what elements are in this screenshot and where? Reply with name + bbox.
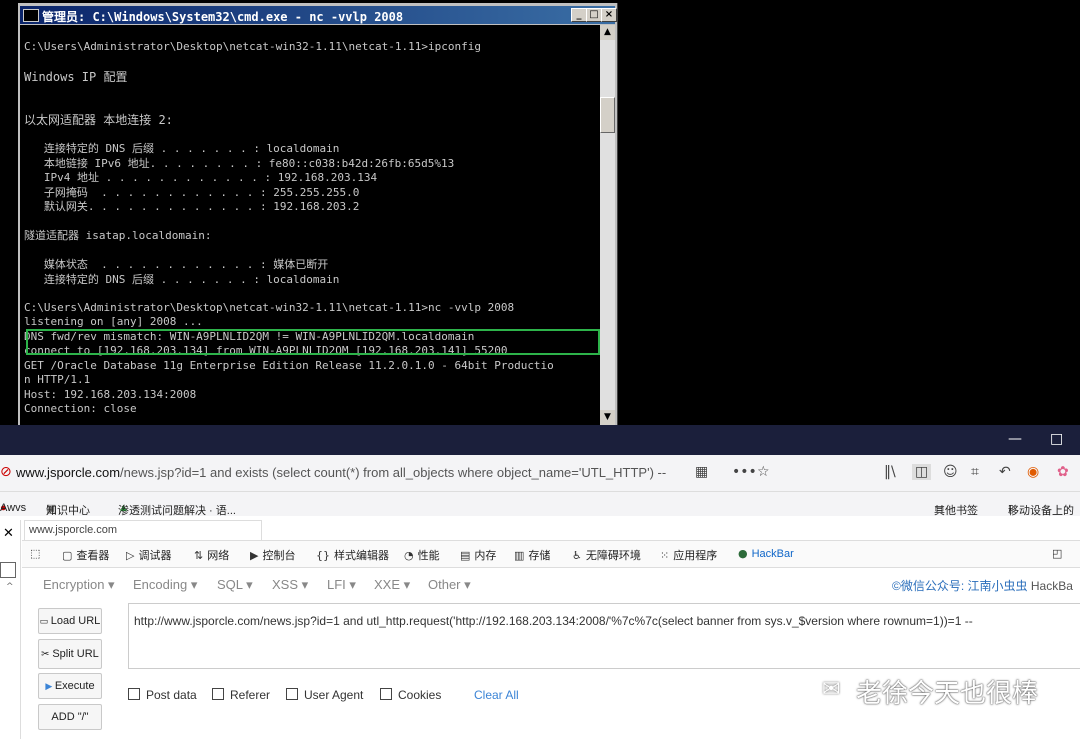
load-url-button[interactable]: ▭ Load URL	[38, 608, 102, 634]
post-data-checkbox[interactable]: Post data	[128, 688, 197, 702]
page-tab[interactable]: www.jsporcle.com	[24, 520, 262, 541]
qr-code-icon[interactable]: ▦	[695, 464, 708, 480]
referer-checkbox[interactable]: Referer	[212, 688, 270, 702]
console-line: 子网掩码 . . . . . . . . . . . . : 255.255.2…	[24, 186, 360, 199]
close-button[interactable]: ×	[601, 8, 617, 22]
vertical-scrollbar[interactable]: ▲ ▼	[600, 25, 615, 425]
cookies-checkbox[interactable]: Cookies	[380, 688, 441, 702]
console-icon	[23, 9, 39, 22]
dock-icon[interactable]: ◰	[1052, 547, 1066, 560]
minimize-button[interactable]: —	[1008, 431, 1022, 447]
insecure-lock-icon: ⊘	[0, 464, 12, 480]
browser-titlebar[interactable]: — □	[0, 425, 1080, 455]
cmd-titlebar[interactable]: 管理员: C:\Windows\System32\cmd.exe - nc -v…	[20, 6, 617, 24]
url-path: /news.jsp?id=1 and exists (select count(…	[120, 465, 667, 480]
watermark: 老徐今天也很棒	[856, 679, 1039, 709]
console-line: GET /Oracle Database 11g Enterprise Edit…	[24, 359, 554, 372]
add-slash-button[interactable]: ADD "/"	[38, 704, 102, 730]
more-actions-icon[interactable]: •••	[732, 464, 757, 480]
bookmarks-bar: ● Awvs ▣ 知识中心 ▲ 渗透测试问题解决 · 语... ▭ 其他书签 ▯…	[0, 492, 1080, 517]
console-line: Connection: close	[24, 402, 137, 415]
menu-xss[interactable]: XSS ▾	[272, 577, 308, 593]
tab-hackbar[interactable]: ● HackBar	[738, 547, 794, 560]
page-tab-title: www.jsporcle.com	[29, 524, 118, 536]
library-icon[interactable]: ‖\	[884, 464, 896, 480]
tab-memory[interactable]: ▤ 内存	[460, 547, 496, 563]
console-line: C:\Users\Administrator\Desktop\netcat-wi…	[24, 301, 515, 314]
hackbar-url-input[interactable]: http://www.jsporcle.com/news.jsp?id=1 an…	[128, 603, 1080, 669]
menu-xxe[interactable]: XXE ▾	[374, 577, 410, 593]
console-line: Windows IP 配置	[24, 70, 128, 84]
pick-element-icon[interactable]: ⬚	[30, 547, 44, 560]
extension2-icon[interactable]: ✿	[1057, 464, 1069, 480]
console-line: 以太网适配器 本地连接 2:	[24, 113, 173, 127]
tab-style-editor[interactable]: {} 样式编辑器	[316, 547, 389, 563]
cmd-title: 管理员: C:\Windows\System32\cmd.exe - nc -v…	[42, 10, 404, 24]
scroll-down-icon[interactable]: ▼	[600, 410, 615, 425]
maximize-button[interactable]: □	[1050, 431, 1063, 447]
scrollbar-thumb[interactable]	[600, 97, 615, 133]
close-icon[interactable]: ✕	[3, 526, 14, 541]
split-url-button[interactable]: ✂ Split URL	[38, 639, 102, 669]
console-line: 隧道适配器 isatap.localdomain:	[24, 229, 212, 242]
console-line: 媒体状态 . . . . . . . . . . . . : 媒体已断开	[24, 258, 329, 271]
devtools-toolbar: ⬚ ▢ 查看器 ▷ 调试器 ⇅ 网络 ▶ 控制台 {} 样式编辑器 ◔ 性能 ▤ 内存 ▥ 存储…	[22, 540, 1080, 568]
console-line: 本地链接 IPv6 地址. . . . . . . . : fe80::c038…	[24, 157, 455, 170]
address-bar[interactable]: www.jsporcle.com/news.jsp?id=1 and exist…	[16, 465, 666, 480]
browser-window: — □ ⊘ www.jsporcle.com/news.jsp?id=1 and…	[0, 425, 1080, 739]
menu-encryption[interactable]: Encryption ▾	[43, 577, 115, 593]
tab-application[interactable]: ⁙ 应用程序	[660, 547, 717, 563]
wechat-icon: ✉	[822, 677, 841, 702]
tab-performance[interactable]: ◔ 性能	[404, 547, 440, 563]
console-output[interactable]: C:\Users\Administrator\Desktop\netcat-wi…	[20, 25, 600, 425]
console-line: listening on [any] 2008 ...	[24, 315, 203, 328]
menu-other[interactable]: Other ▾	[428, 577, 471, 593]
tab-inspector[interactable]: ▢ 查看器	[62, 547, 109, 563]
cmd-window: 管理员: C:\Windows\System32\cmd.exe - nc -v…	[18, 3, 618, 426]
sidebar-icon[interactable]: ◫	[912, 464, 932, 480]
tab-storage[interactable]: ▥ 存储	[514, 547, 550, 563]
url-domain: www.jsporcle.com	[16, 465, 121, 480]
tab-network[interactable]: ⇅ 网络	[194, 547, 229, 563]
console-line: n HTTP/1.1	[24, 373, 91, 386]
scroll-up-icon[interactable]: ▲	[600, 25, 615, 40]
console-line: 连接特定的 DNS 后缀 . . . . . . . : localdomain	[24, 142, 340, 155]
minimize-button[interactable]: _	[571, 8, 587, 22]
navigation-bar: ⊘ www.jsporcle.com/news.jsp?id=1 and exi…	[0, 455, 1080, 492]
tab-debugger[interactable]: ▷ 调试器	[126, 547, 171, 563]
checkbox-icon[interactable]	[0, 562, 16, 578]
console-line: IPv4 地址 . . . . . . . . . . . . : 192.16…	[24, 171, 378, 184]
clear-all-button[interactable]: Clear All	[474, 688, 519, 702]
tab-accessibility[interactable]: ♿ 无障碍环境	[572, 547, 641, 563]
maximize-button[interactable]: □	[586, 8, 602, 22]
menu-lfi[interactable]: LFI ▾	[327, 577, 356, 593]
hackbar-credit: ©微信公众号: 江南小虫虫 HackBa	[892, 579, 1073, 593]
menu-sql[interactable]: SQL ▾	[217, 577, 253, 593]
banner-highlight	[26, 329, 600, 355]
console-line: C:\Users\Administrator\Desktop\netcat-wi…	[24, 40, 481, 53]
account-icon[interactable]: ☺	[943, 464, 958, 480]
console-line: 默认网关. . . . . . . . . . . . . : 192.168.…	[24, 200, 360, 213]
console-line: Host: 192.168.203.134:2008	[24, 388, 197, 401]
left-panel: ✕ ^	[0, 520, 21, 739]
bookmark-star-icon[interactable]: ☆	[757, 464, 770, 480]
user-agent-checkbox[interactable]: User Agent	[286, 688, 363, 702]
chevron-up-icon[interactable]: ^	[6, 582, 14, 592]
extension-icon[interactable]: ◉	[1027, 464, 1039, 480]
tab-console[interactable]: ▶ 控制台	[250, 547, 295, 563]
execute-button[interactable]: ▶ Execute	[38, 673, 102, 699]
console-line: 连接特定的 DNS 后缀 . . . . . . . : localdomain	[24, 273, 340, 286]
undo-icon[interactable]: ↶	[999, 464, 1011, 480]
screenshot-icon[interactable]: ⌗	[971, 464, 979, 480]
menu-encoding[interactable]: Encoding ▾	[133, 577, 197, 593]
